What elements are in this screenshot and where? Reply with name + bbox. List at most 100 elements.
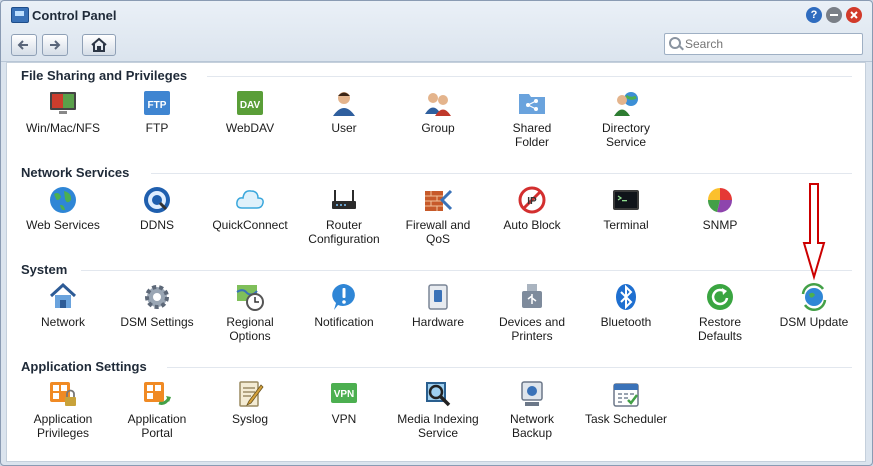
item-hardware[interactable]: Hardware: [393, 282, 483, 329]
title-bar: Control Panel ?: [1, 1, 872, 29]
item-auto-block[interactable]: IP Auto Block: [487, 185, 577, 232]
item-dsm-settings[interactable]: DSM Settings: [112, 282, 202, 329]
control-panel-content: File Sharing and Privileges Win/Mac/NFS …: [6, 62, 866, 462]
item-firewall-and-qos[interactable]: Firewall and QoS: [393, 185, 483, 246]
item-dsm-update[interactable]: DSM Update: [769, 282, 859, 329]
item-ddns[interactable]: DDNS: [112, 185, 202, 232]
svg-text:FTP: FTP: [148, 100, 167, 111]
item-label: Notification: [314, 315, 374, 329]
network-house-icon: [49, 282, 77, 308]
section-divider: [207, 76, 852, 77]
item-network[interactable]: Network: [18, 282, 108, 329]
item-label: Network Backup: [509, 412, 554, 440]
bluetooth-icon: [616, 284, 636, 310]
globe-icon: [50, 187, 76, 213]
restore-icon: [707, 284, 733, 310]
item-user[interactable]: User: [299, 88, 389, 135]
item-task-scheduler[interactable]: Task Scheduler: [581, 379, 671, 426]
item-label: Bluetooth: [600, 315, 652, 329]
user-icon: [333, 92, 355, 116]
item-label: User: [331, 121, 357, 135]
item-vpn[interactable]: VPN VPN: [299, 379, 389, 426]
item-notification[interactable]: Notification: [299, 282, 389, 329]
calendar-icon: [613, 383, 639, 407]
control-panel-window: Control Panel ? File Sharing and Privile…: [0, 0, 873, 466]
forward-button[interactable]: [42, 34, 68, 56]
item-regional-options[interactable]: Regional Options: [205, 282, 295, 343]
shared-folder-icon: [519, 94, 545, 114]
control-panel-icon: [11, 7, 29, 23]
item-label: Task Scheduler: [584, 412, 668, 426]
home-button[interactable]: [82, 34, 116, 56]
block-icon: IP: [518, 186, 546, 214]
item-terminal[interactable]: Terminal: [581, 185, 671, 232]
update-globe-icon: [801, 282, 827, 312]
syslog-icon: [239, 381, 264, 407]
item-label: Devices and Printers: [498, 315, 566, 343]
item-label: Network: [40, 315, 85, 329]
item-win-mac-nfs[interactable]: Win/Mac/NFS: [18, 88, 108, 135]
section-title-application-settings: Application Settings: [21, 359, 147, 374]
app-portal-icon: [144, 382, 171, 405]
item-shared-folder[interactable]: Shared Folder: [487, 88, 577, 149]
section-title-network-services: Network Services: [21, 165, 130, 180]
item-ftp[interactable]: FTP FTP: [112, 88, 202, 135]
item-media-indexing-service[interactable]: Media Indexing Service: [393, 379, 483, 440]
item-label: Group: [421, 121, 455, 135]
item-label: Application Privileges: [33, 412, 93, 440]
item-label: Win/Mac/NFS: [25, 121, 100, 135]
group-icon: [425, 93, 451, 116]
search-input[interactable]: [683, 35, 857, 53]
search-icon: [669, 37, 681, 49]
item-devices-and-printers[interactable]: Devices and Printers: [487, 282, 577, 343]
item-label: Router Configuration: [308, 218, 380, 246]
item-label: Hardware: [411, 315, 465, 329]
item-webdav[interactable]: DAV WebDAV: [205, 88, 295, 135]
item-bluetooth[interactable]: Bluetooth: [581, 282, 671, 329]
home-icon: [91, 37, 107, 52]
item-label: VPN: [331, 412, 357, 426]
item-label: Syslog: [231, 412, 269, 426]
item-restore-defaults[interactable]: Restore Defaults: [675, 282, 765, 343]
item-label: QuickConnect: [212, 218, 288, 232]
item-label: DSM Settings: [120, 315, 194, 329]
section-divider: [151, 173, 852, 174]
firewall-icon: [425, 189, 453, 211]
item-label: FTP: [145, 121, 169, 135]
item-directory-service[interactable]: Directory Service: [581, 88, 671, 149]
help-icon[interactable]: ?: [806, 7, 822, 23]
dav-icon: DAV: [237, 91, 263, 115]
item-quickconnect[interactable]: QuickConnect: [205, 185, 295, 232]
back-button[interactable]: [11, 34, 37, 56]
clock-map-icon: [236, 285, 264, 311]
item-label: Firewall and QoS: [405, 218, 471, 246]
svg-text:IP: IP: [527, 196, 537, 207]
item-syslog[interactable]: Syslog: [205, 379, 295, 426]
item-label: Application Portal: [127, 412, 187, 440]
search-box[interactable]: [664, 33, 863, 55]
usb-drive-icon: [522, 284, 542, 308]
terminal-icon: [613, 190, 639, 210]
item-label: DSM Update: [779, 315, 849, 329]
item-application-portal[interactable]: Application Portal: [112, 379, 202, 440]
item-label: DDNS: [139, 218, 174, 232]
gear-icon: [145, 285, 169, 309]
svg-text:VPN: VPN: [334, 389, 355, 400]
close-icon[interactable]: [846, 7, 862, 23]
item-network-backup[interactable]: Network Backup: [487, 379, 577, 440]
item-application-privileges[interactable]: Application Privileges: [18, 379, 108, 440]
item-label: SNMP: [702, 218, 738, 232]
item-label: WebDAV: [225, 121, 275, 135]
directory-service-icon: [614, 92, 638, 116]
cloud-icon: [236, 190, 264, 209]
item-label: Directory Service: [601, 121, 650, 149]
app-privileges-icon: [50, 382, 76, 406]
item-snmp[interactable]: SNMP: [675, 185, 765, 232]
item-group[interactable]: Group: [393, 88, 483, 135]
ftp-icon: FTP: [144, 91, 170, 115]
minimize-icon[interactable]: [826, 7, 842, 23]
item-web-services[interactable]: Web Services: [18, 185, 108, 232]
item-label: Media Indexing Service: [397, 412, 479, 440]
item-router-configuration[interactable]: Router Configuration: [299, 185, 389, 246]
svg-text:DAV: DAV: [240, 100, 261, 111]
